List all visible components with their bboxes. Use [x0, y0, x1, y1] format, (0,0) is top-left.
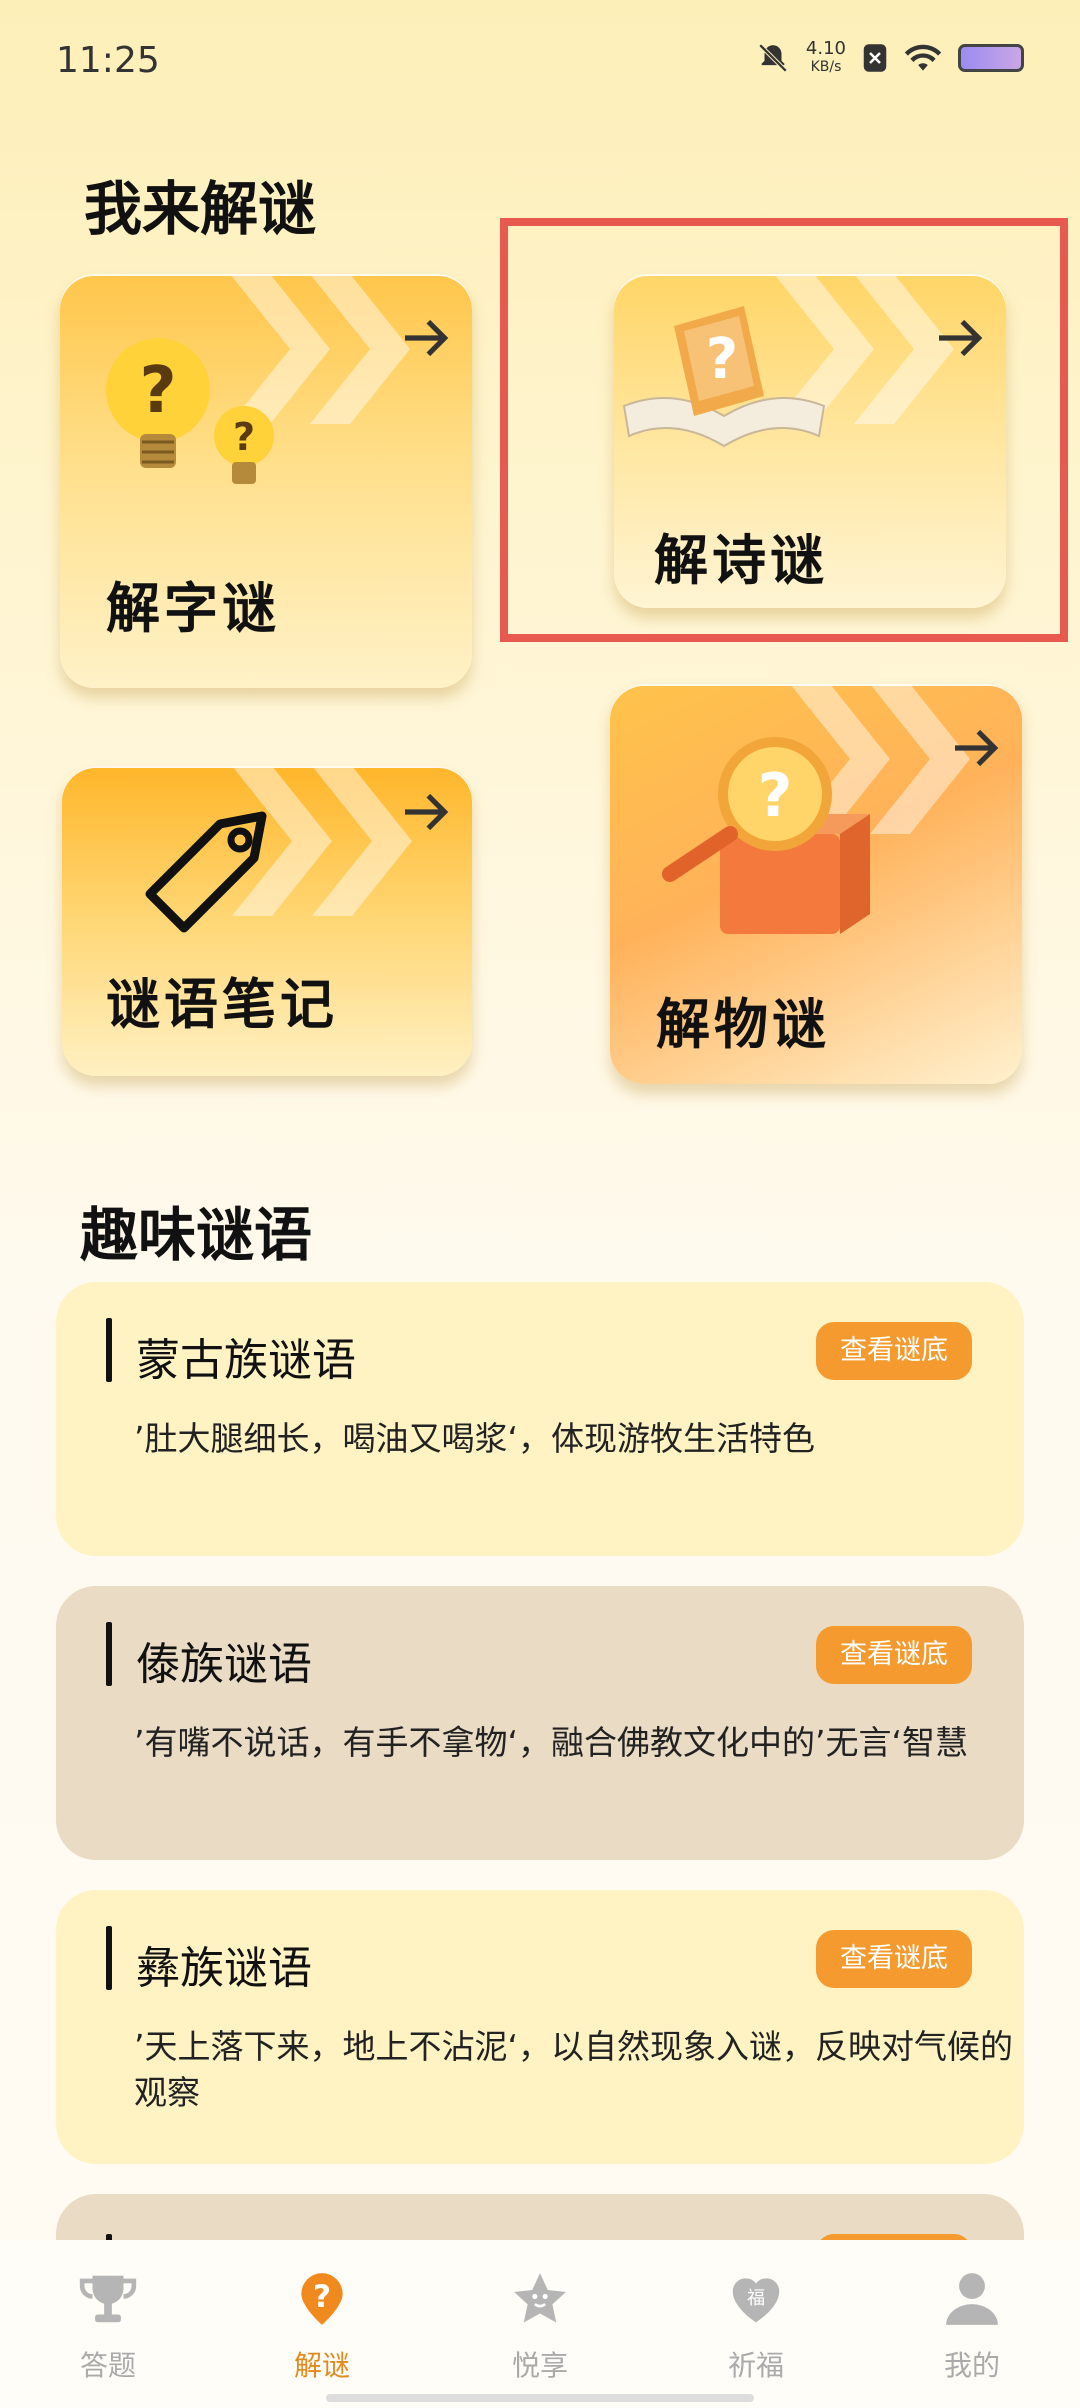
svg-text:?: ?: [139, 354, 176, 428]
bottom-tab-bar: 答题 ? 解谜 悦享 福 祈福 我的: [0, 2240, 1080, 2408]
riddle-description: ’肚大腿细长，喝油又喝浆‘，体现游牧生活特色: [134, 1419, 815, 1458]
status-bar: 11:25 4.10 KB/s: [0, 0, 1080, 120]
riddle-card-mongolian[interactable]: 蒙古族谜语 查看谜底 ’肚大腿细长，喝油又喝浆‘，体现游牧生活特色: [56, 1282, 1024, 1556]
riddle-description: ’天上落下来，地上不沾泥‘，以自然现象入谜，反映对气候的观察: [134, 2027, 1013, 2112]
riddle-card-dai[interactable]: 傣族谜语 查看谜底 ’有嘴不说话，有手不拿物‘，融合佛教文化中的’无言‘智慧: [56, 1586, 1024, 1860]
riddle-card-yi[interactable]: 彝族谜语 查看谜底 ’天上落下来，地上不沾泥‘，以自然现象入谜，反映对气候的观察: [56, 1890, 1024, 2164]
net-speed: 4.10 KB/s: [805, 38, 846, 76]
view-answer-button[interactable]: 查看谜底: [816, 1322, 972, 1380]
riddle-title: 傣族谜语: [136, 1639, 312, 1690]
arrow-right-icon: [405, 793, 449, 831]
heart-blessing-icon: 福: [732, 2278, 780, 2323]
tab-enjoy[interactable]: 悦享: [470, 2268, 610, 2384]
svg-text:?: ?: [313, 2279, 331, 2315]
star-face-icon: [514, 2273, 566, 2323]
card-label: 谜语笔记: [106, 973, 338, 1036]
section-title-solve: 我来解谜: [84, 175, 317, 243]
riddle-description: ’有嘴不说话，有手不拿物‘，融合佛教文化中的’无言‘智慧: [134, 1723, 968, 1762]
battery-icon: [958, 44, 1024, 72]
riddle-title: 彝族谜语: [136, 1943, 312, 1994]
sim-none-icon: [863, 44, 887, 72]
status-time: 11:25: [56, 40, 160, 81]
magnifier-puzzle-icon: ?: [662, 737, 870, 934]
tab-answer[interactable]: 答题: [38, 2268, 178, 2384]
title-accent-bar: [106, 1622, 112, 1686]
lightbulb-question-icon: ? ?: [106, 338, 274, 484]
section-title-fun-riddles: 趣味谜语: [80, 1201, 313, 1269]
title-accent-bar: [106, 1318, 112, 1382]
card-riddle-notes[interactable]: 谜语笔记: [62, 766, 472, 1076]
tab-solve[interactable]: ? 解谜: [252, 2268, 392, 2384]
tab-bless[interactable]: 福 祈福: [686, 2268, 826, 2384]
arrow-right-icon: [955, 729, 999, 767]
card-solve-character-riddle[interactable]: ? ? 解字谜: [60, 274, 472, 688]
status-icons: 4.10 KB/s: [756, 40, 1024, 76]
question-pin-icon: ?: [301, 2273, 343, 2325]
title-accent-bar: [106, 1926, 112, 1990]
card-label: 解字谜: [106, 577, 280, 640]
arrow-right-icon: [939, 319, 983, 357]
svg-text:福: 福: [747, 2288, 765, 2309]
home-indicator[interactable]: [326, 2394, 754, 2402]
card-label: 解物谜: [656, 993, 830, 1056]
book-question-icon: ?: [622, 306, 826, 448]
bell-muted-icon: [758, 43, 788, 73]
user-icon: [946, 2273, 998, 2325]
card-label: 解诗谜: [654, 529, 828, 592]
tag-icon: [145, 811, 267, 933]
arrow-right-icon: [405, 319, 449, 357]
view-answer-button[interactable]: 查看谜底: [816, 1626, 972, 1684]
svg-text:?: ?: [758, 761, 793, 831]
trophy-icon: [79, 2275, 137, 2323]
card-solve-object-riddle[interactable]: ? 解物谜: [610, 684, 1022, 1084]
tab-mine[interactable]: 我的: [902, 2268, 1042, 2384]
riddle-title: 蒙古族谜语: [136, 1335, 356, 1386]
view-answer-button[interactable]: 查看谜底: [816, 1930, 972, 1988]
wifi-icon: [904, 44, 942, 71]
svg-text:?: ?: [233, 415, 255, 459]
svg-text:?: ?: [706, 327, 738, 392]
card-solve-poem-riddle[interactable]: ? 解诗谜: [614, 274, 1006, 608]
